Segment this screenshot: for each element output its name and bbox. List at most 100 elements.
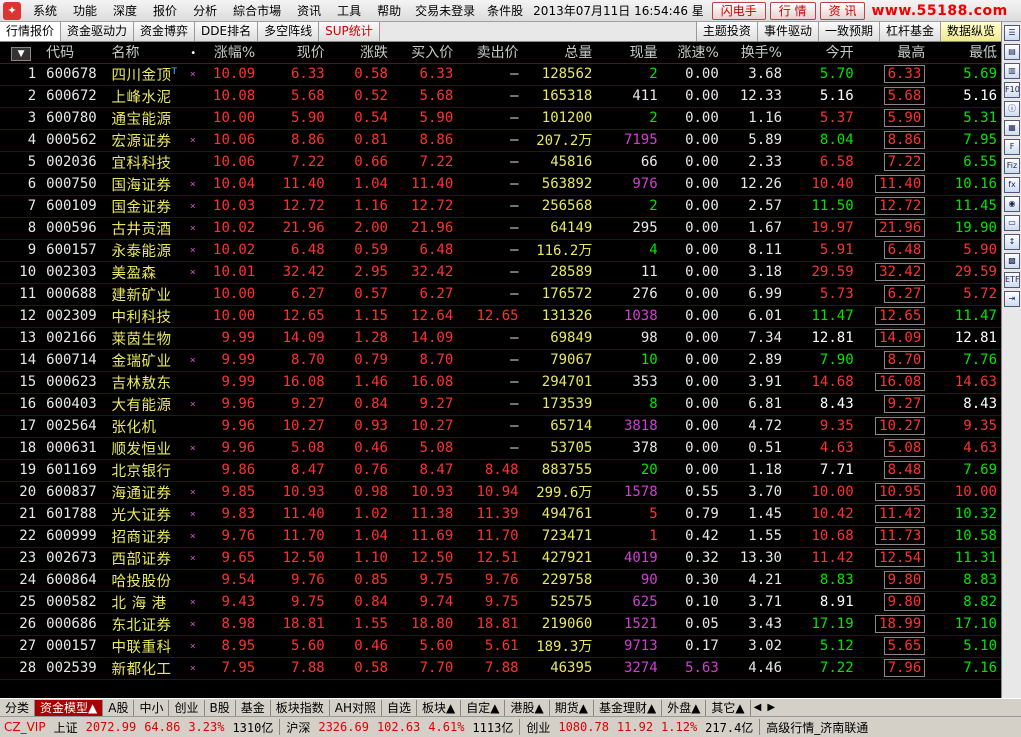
cat-a-share[interactable]: A股 — [103, 699, 135, 716]
cat-ah-compare[interactable]: AH对照 — [330, 699, 382, 716]
menu-depth[interactable]: 深度 — [105, 0, 145, 22]
table-row[interactable]: 5 002036 宜科科技 10.06 7.22 0.66 7.22–45816 66 0.00… — [0, 151, 1001, 174]
cat-wealth[interactable]: 基金理财▲ — [594, 699, 663, 716]
quote-button[interactable]: 行 情 — [769, 1, 816, 20]
table-row[interactable]: 19 601169 北京银行 9.86 8.47 0.76 8.47 8.48 883755 20… — [0, 459, 1001, 482]
table-row[interactable]: 21 601788 光大证券 × 9.83 11.40 1.02 11.38 11.39 4947… — [0, 503, 1001, 526]
kline-icon[interactable]: ▥ — [1004, 63, 1020, 79]
tab-long-short[interactable]: 多空阵线 — [258, 22, 320, 41]
column-turnover[interactable]: 换手% — [722, 42, 786, 64]
cat-foreign[interactable]: 外盘▲ — [662, 699, 707, 716]
f10-icon[interactable]: F10 — [1004, 82, 1020, 98]
tab-fund-drive[interactable]: 资金驱动力 — [61, 22, 135, 41]
info-icon[interactable]: ⓘ — [1004, 101, 1020, 117]
table-row[interactable]: 26 000686 东北证券 × 8.98 18.81 1.55 18.80 18.81 2190… — [0, 613, 1001, 636]
table-row[interactable]: 28 002539 新都化工 × 7.95 7.88 0.58 7.70 7.88 46395 32… — [0, 657, 1001, 680]
table-row[interactable]: 11 000688 建新矿业 10.00 6.27 0.57 6.27–176572 276 0… — [0, 283, 1001, 306]
cat-sector-index[interactable]: 板块指数 — [271, 699, 330, 716]
column-price[interactable]: 现价 — [259, 42, 329, 64]
table-row[interactable]: 17 002564 张化机 9.96 10.27 0.93 10.27–65714 3818 0… — [0, 415, 1001, 438]
column-ask[interactable]: 卖出价 — [457, 42, 523, 64]
cat-fund[interactable]: 基金 — [236, 699, 271, 716]
menu-system[interactable]: 系统 — [25, 0, 65, 22]
info-button[interactable]: 资 讯 — [819, 1, 866, 20]
etf-icon[interactable]: ETF — [1004, 272, 1020, 288]
condition-stock[interactable]: 条件股 — [481, 2, 529, 19]
menu-info[interactable]: 资讯 — [289, 0, 329, 22]
column-low[interactable]: 最低 — [929, 42, 1001, 64]
cat-futures[interactable]: 期货▲ — [550, 699, 594, 716]
cat-custom[interactable]: 自定▲ — [461, 699, 506, 716]
column-menu-button[interactable]: ▼ — [0, 42, 43, 64]
table-row[interactable]: 4 000562 宏源证券 × 10.06 8.86 0.81 8.86–207.2万 7195… — [0, 129, 1001, 152]
tab-consensus[interactable]: 一致预期 — [817, 22, 879, 41]
column-name[interactable]: 名称 — [107, 42, 186, 64]
cat-watchlist[interactable]: 自选 — [382, 699, 418, 716]
menu-function[interactable]: 功能 — [65, 0, 105, 22]
flash-trade-button[interactable]: 闪电手 — [711, 1, 766, 20]
cat-sme[interactable]: 中小 — [134, 699, 170, 716]
globe-icon[interactable]: ◉ — [1004, 196, 1020, 212]
tab-event-drive[interactable]: 事件驱动 — [756, 22, 818, 41]
sort-icon[interactable]: ↕ — [1004, 234, 1020, 250]
menu-quote[interactable]: 报价 — [145, 0, 185, 22]
grid-icon[interactable]: ▩ — [1004, 253, 1020, 269]
cat-b-share[interactable]: B股 — [205, 699, 236, 716]
chart-icon[interactable]: ▤ — [1004, 44, 1020, 60]
tab-leverage-fund[interactable]: 杠杆基金 — [878, 22, 940, 41]
table-row[interactable]: 7 600109 国金证券 × 10.03 12.72 1.16 12.72–256568 2 0… — [0, 195, 1001, 218]
table-row[interactable]: 23 002673 西部证券 × 9.65 12.50 1.10 12.50 12.51 4279… — [0, 547, 1001, 570]
table-row[interactable]: 3 600780 通宝能源 10.00 5.90 0.54 5.90–101200 2 0.00… — [0, 107, 1001, 130]
cat-classify[interactable]: 分类 — [0, 699, 36, 716]
server-label[interactable]: 高级行情_济南联通 — [762, 719, 872, 736]
table-row[interactable]: 10 002303 美盈森 × 10.01 32.42 2.95 32.42–28589 11 0… — [0, 261, 1001, 284]
tab-theme-invest[interactable]: 主题投资 — [695, 22, 757, 41]
column-open[interactable]: 今开 — [786, 42, 858, 64]
table-row[interactable]: 27 000157 中联重科 × 8.95 5.60 0.46 5.60 5.61 189.3万 9… — [0, 635, 1001, 658]
fiz-icon[interactable]: Fiz — [1004, 158, 1020, 174]
cat-fund-model[interactable]: 资金模型▲ — [35, 699, 104, 716]
export-icon[interactable]: ⇥ — [1004, 291, 1020, 307]
table-row[interactable]: 20 600837 海通证券 × 9.85 10.93 0.98 10.93 10.94 299.… — [0, 481, 1001, 504]
cat-other[interactable]: 其它▲ — [706, 699, 751, 716]
column-change[interactable]: 涨跌 — [328, 42, 392, 64]
table-row[interactable]: 15 000623 吉林敖东 9.99 16.08 1.46 16.08–294701 353… — [0, 371, 1001, 394]
list-icon[interactable]: ☰ — [1004, 25, 1020, 41]
menu-market[interactable]: 綜合市場 — [225, 0, 289, 22]
column-code[interactable]: 代码 — [42, 42, 108, 64]
column-speed[interactable]: 涨速% — [661, 42, 723, 64]
scroll-left-icon[interactable]: ◀ — [751, 702, 765, 713]
table-row[interactable]: 12 002309 中利科技 10.00 12.65 1.15 12.64 12.65 1313… — [0, 305, 1001, 328]
table-row[interactable]: 8 000596 古井贡酒 × 10.02 21.96 2.00 21.96–64149 295… — [0, 217, 1001, 240]
table-row[interactable]: 9 600157 永泰能源 × 10.02 6.48 0.59 6.48–116.2万 4 0.0… — [0, 239, 1001, 262]
column-current-vol[interactable]: 现量 — [596, 42, 662, 64]
scroll-right-icon[interactable]: ▶ — [764, 702, 778, 713]
table-row[interactable]: 24 600864 哈投股份 9.54 9.76 0.85 9.75 9.76 229758 90… — [0, 569, 1001, 592]
login-status[interactable]: 交易未登录 — [409, 2, 481, 19]
table-row[interactable]: 13 002166 莱茵生物 9.99 14.09 1.28 14.09–69849 98 0.… — [0, 327, 1001, 350]
tab-quote[interactable]: 行情报价 — [0, 22, 62, 41]
column-pct-change[interactable]: 涨幅% — [200, 42, 260, 64]
table-row[interactable]: 2 600672 上峰水泥 10.08 5.68 0.52 5.68–165318 411 0.… — [0, 85, 1001, 108]
tab-dde-rank[interactable]: DDE排名 — [195, 22, 259, 41]
tab-data-overview[interactable]: 数据纵览 — [939, 22, 1001, 41]
f10b-icon[interactable]: F — [1004, 139, 1020, 155]
table-row[interactable]: 1 600678 四川金顶T × 10.09 6.33 0.58 6.33–128562 2 0.… — [0, 63, 1001, 86]
vip-label[interactable]: CZ_VIP — [0, 720, 50, 734]
formula-icon[interactable]: fx — [1004, 177, 1020, 193]
table-row[interactable]: 25 000582 北 海 港 × 9.43 9.75 0.84 9.74 9.75 52575 6… — [0, 591, 1001, 614]
table-row[interactable]: 14 600714 金瑞矿业 × 9.99 8.70 0.79 8.70–79067 10 0.0… — [0, 349, 1001, 372]
tab-fund-game[interactable]: 资金博弈 — [134, 22, 196, 41]
table-row[interactable]: 6 000750 国海证券 × 10.04 11.40 1.04 11.40–563892 97… — [0, 173, 1001, 196]
menu-analysis[interactable]: 分析 — [185, 0, 225, 22]
menu-help[interactable]: 帮助 — [369, 0, 409, 22]
news-icon[interactable]: ▦ — [1004, 120, 1020, 136]
column-volume[interactable]: 总量 — [522, 42, 597, 64]
folder-icon[interactable]: ▭ — [1004, 215, 1020, 231]
cat-hk[interactable]: 港股▲ — [505, 699, 550, 716]
app-logo-icon[interactable]: ✦ — [3, 1, 21, 20]
cat-gem[interactable]: 创业 — [169, 699, 205, 716]
cat-sector[interactable]: 板块▲ — [417, 699, 462, 716]
column-high[interactable]: 最高 — [857, 42, 930, 64]
menu-tools[interactable]: 工具 — [329, 0, 369, 22]
